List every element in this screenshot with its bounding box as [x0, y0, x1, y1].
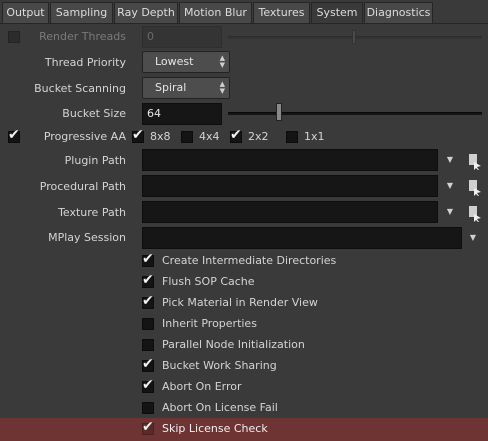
checkmark-icon: ✔ — [230, 127, 242, 143]
pick-material-in-render-view-label: Pick Material in Render View — [162, 296, 318, 309]
aa-1x1-label: 1x1 — [304, 130, 325, 143]
render-threads-label: Render Threads — [39, 30, 126, 43]
texture-path-field[interactable] — [142, 201, 438, 223]
checkmark-icon: ✔ — [142, 419, 154, 435]
texture-path-file-chooser-button[interactable] — [465, 201, 483, 223]
spinner-arrows-icon: ▲ ▼ — [219, 54, 225, 69]
bucket-scanning-label: Bucket Scanning — [34, 82, 126, 95]
thread-priority-label: Thread Priority — [44, 56, 126, 69]
aa-2x2-checkbox[interactable]: ✔ — [230, 127, 242, 143]
checkmark-icon: ✔ — [8, 127, 20, 143]
tab-sampling[interactable]: Sampling — [50, 2, 113, 24]
file-chooser-icon — [469, 154, 481, 170]
checkmark-icon: ✔ — [142, 377, 154, 393]
aa-8x8-label: 8x8 — [150, 130, 171, 143]
aa-4x4-label: 4x4 — [199, 130, 220, 143]
aa-1x1-checkbox[interactable] — [286, 131, 298, 143]
progressive-aa-label: Progressive AA — [43, 130, 126, 143]
progressive-aa-toggle[interactable]: ✔ — [8, 127, 20, 143]
mplay-session-label: MPlay Session — [48, 231, 126, 244]
tab-output[interactable]: Output — [2, 2, 49, 24]
plugin-path-menu-button[interactable]: ▼ — [441, 149, 459, 171]
tab-motion-blur[interactable]: Motion Blur — [179, 2, 252, 24]
abort-on-error-checkbox[interactable]: ✔ — [142, 377, 154, 393]
checkmark-icon: ✔ — [142, 272, 154, 288]
tab-divider — [0, 23, 488, 24]
tab-ray-depth[interactable]: Ray Depth — [114, 2, 178, 24]
plugin-path-label: Plugin Path — [64, 154, 126, 167]
plugin-path-field[interactable] — [142, 149, 438, 171]
procedural-path-field[interactable] — [142, 175, 438, 197]
checkmark-icon: ✔ — [142, 293, 154, 309]
bucket-size-label: Bucket Size — [62, 107, 126, 120]
skip-license-check-checkbox[interactable]: ✔ — [142, 419, 154, 435]
plugin-path-file-chooser-button[interactable] — [465, 149, 483, 171]
parallel-node-initialization-label: Parallel Node Initialization — [162, 338, 305, 351]
abort-on-license-fail-checkbox[interactable] — [142, 402, 154, 414]
file-chooser-icon — [469, 206, 481, 222]
aa-8x8-checkbox[interactable]: ✔ — [132, 127, 144, 143]
checkmark-icon: ✔ — [142, 356, 154, 372]
bucket-size-field[interactable]: 64 — [142, 103, 222, 125]
abort-on-license-fail-label: Abort On License Fail — [162, 401, 278, 414]
checkmark-icon: ✔ — [132, 127, 144, 143]
bucket-size-slider-track[interactable] — [228, 112, 482, 115]
thread-priority-dropdown[interactable]: Lowest ▲ ▼ — [142, 51, 230, 73]
bucket-scanning-dropdown[interactable]: Spiral ▲ ▼ — [142, 77, 230, 99]
bucket-scanning-value: Spiral — [155, 81, 187, 94]
create-intermediate-directories-checkbox[interactable]: ✔ — [142, 251, 154, 267]
tab-bar: Output Sampling Ray Depth Motion Blur Te… — [0, 0, 488, 24]
render-threads-slider-handle[interactable] — [352, 30, 356, 44]
bucket-size-slider-handle[interactable] — [275, 103, 282, 121]
texture-path-label: Texture Path — [58, 206, 126, 219]
tab-diagnostics[interactable]: Diagnostics — [364, 2, 433, 24]
parallel-node-initialization-checkbox[interactable] — [142, 339, 154, 351]
procedural-path-label: Procedural Path — [39, 180, 126, 193]
tab-textures[interactable]: Textures — [253, 2, 310, 24]
create-intermediate-directories-label: Create Intermediate Directories — [162, 254, 337, 267]
aa-2x2-label: 2x2 — [248, 130, 269, 143]
mplay-session-field[interactable] — [142, 227, 462, 249]
abort-on-error-label: Abort On Error — [162, 380, 242, 393]
inherit-properties-label: Inherit Properties — [162, 317, 257, 330]
mplay-session-menu-button[interactable]: ▼ — [464, 227, 482, 249]
file-chooser-icon — [469, 180, 481, 196]
procedural-path-file-chooser-button[interactable] — [465, 175, 483, 197]
flush-sop-cache-checkbox[interactable]: ✔ — [142, 272, 154, 288]
render-threads-toggle[interactable] — [8, 31, 20, 43]
procedural-path-menu-button[interactable]: ▼ — [441, 175, 459, 197]
bucket-work-sharing-checkbox[interactable]: ✔ — [142, 356, 154, 372]
flush-sop-cache-label: Flush SOP Cache — [162, 275, 255, 288]
bucket-work-sharing-label: Bucket Work Sharing — [162, 359, 277, 372]
texture-path-menu-button[interactable]: ▼ — [441, 201, 459, 223]
spinner-arrows-icon: ▲ ▼ — [219, 80, 225, 95]
skip-license-check-label: Skip License Check — [162, 422, 268, 435]
aa-4x4-checkbox[interactable] — [181, 131, 193, 143]
thread-priority-value: Lowest — [155, 55, 194, 68]
tab-system[interactable]: System — [311, 2, 363, 24]
pick-material-in-render-view-checkbox[interactable]: ✔ — [142, 293, 154, 309]
checkmark-icon: ✔ — [142, 251, 154, 267]
render-threads-field[interactable]: 0 — [142, 26, 222, 48]
inherit-properties-checkbox[interactable] — [142, 318, 154, 330]
